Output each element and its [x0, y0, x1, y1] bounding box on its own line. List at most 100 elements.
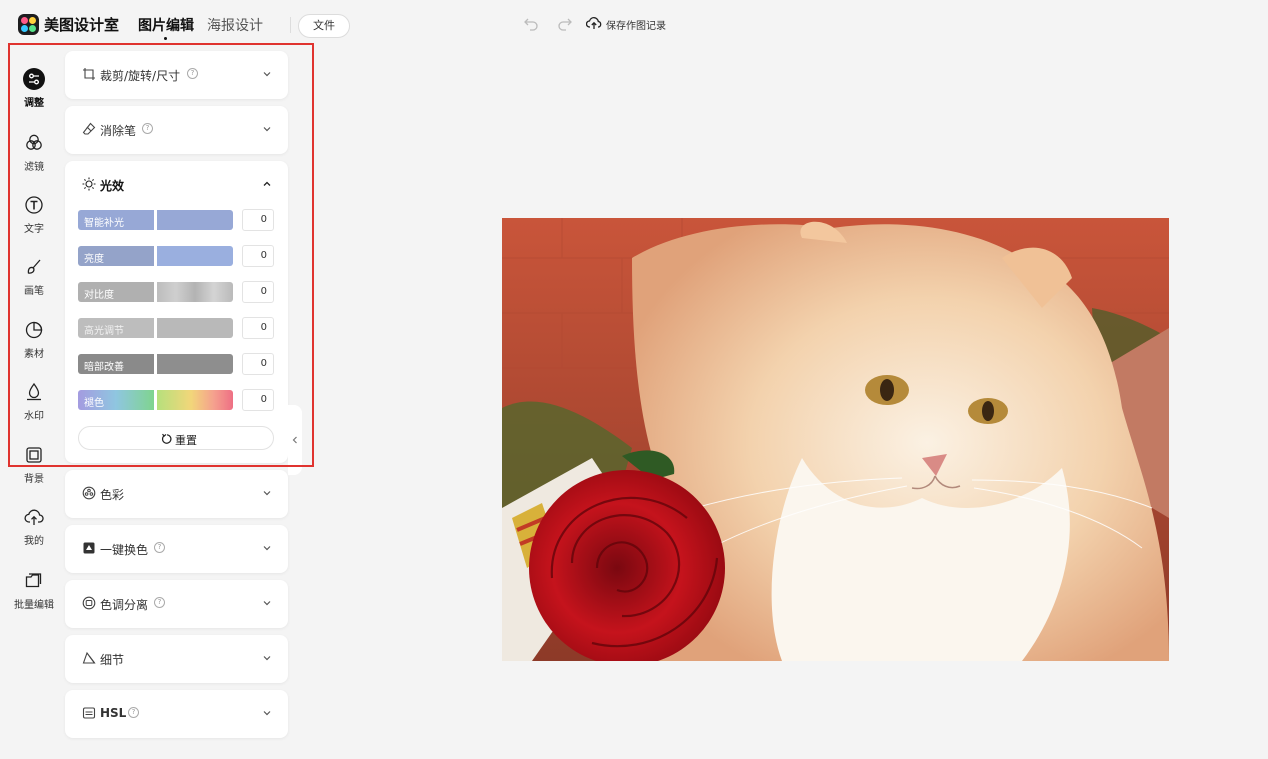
sun-icon	[82, 177, 96, 191]
rail-item-text[interactable]: 文字	[4, 194, 64, 244]
brightness-value-input[interactable]: 0	[242, 245, 274, 267]
rail-label: 调整	[24, 98, 44, 109]
chevron-down-icon	[263, 546, 271, 551]
panel-crop-header[interactable]: 裁剪/旋转/尺寸 ?	[65, 51, 288, 99]
tab-label: 图片编辑	[138, 18, 194, 34]
tab-poster-design[interactable]: 海报设计	[207, 15, 263, 35]
slider-row-smart-fill: 智能补光 0	[78, 209, 274, 231]
fade-slider[interactable]: 褪色	[78, 390, 233, 410]
panel-crop: 裁剪/旋转/尺寸 ?	[65, 51, 288, 99]
rail-item-brush[interactable]: 画笔	[4, 256, 64, 306]
slider-row-brightness: 亮度 0	[78, 245, 274, 267]
rail-label: 滤镜	[24, 162, 44, 173]
rail-label: 水印	[24, 411, 44, 422]
save-history-label: 保存作图记录	[606, 21, 666, 32]
slider-row-shadows: 暗部改善 0	[78, 353, 274, 375]
recolor-icon	[83, 542, 95, 554]
batch-edit-icon	[25, 573, 42, 588]
panel-detail-header[interactable]: 细节	[65, 635, 288, 683]
rail-item-watermark[interactable]: 水印	[4, 381, 64, 431]
fade-value-input[interactable]: 0	[242, 389, 274, 411]
brightness-slider[interactable]: 亮度	[78, 246, 233, 266]
app-name[interactable]: 美图设计室	[44, 14, 119, 35]
panel-tone-split: 色调分离 ?	[65, 580, 288, 628]
contrast-value-input[interactable]: 0	[242, 281, 274, 303]
shadows-slider[interactable]: 暗部改善	[78, 354, 233, 374]
slider-label: 亮度	[84, 254, 104, 265]
panel-title: 色调分离	[100, 598, 149, 612]
eraser-icon	[82, 122, 96, 135]
panel-collapse-handle[interactable]	[288, 405, 302, 475]
contrast-slider[interactable]: 对比度	[78, 282, 233, 302]
rail-label: 我的	[24, 536, 44, 547]
chevron-down-icon	[263, 711, 271, 716]
triangle-detail-icon	[82, 651, 96, 664]
panel-light-header[interactable]: 光效	[65, 161, 288, 209]
text-icon	[25, 196, 43, 214]
panel-title: HSL	[100, 706, 127, 720]
slider-label: 智能补光	[84, 218, 124, 229]
slider-label: 褪色	[84, 398, 104, 409]
highlights-slider[interactable]: 高光调节	[78, 318, 233, 338]
reset-button[interactable]: 重置	[78, 426, 274, 450]
panel-hsl-header[interactable]: HSL ?	[65, 690, 288, 738]
panel-detail: 细节	[65, 635, 288, 683]
tool-rail: 调整 滤镜 文字 画笔 素材 水印 背景 我的 批量编辑	[0, 48, 64, 759]
help-icon[interactable]: ?	[142, 123, 153, 134]
rail-item-material[interactable]: 素材	[4, 319, 64, 369]
adjust-icon	[23, 68, 45, 90]
help-icon[interactable]: ?	[154, 597, 165, 608]
panel-hsl: HSL ?	[65, 690, 288, 738]
smart-fill-value-input[interactable]: 0	[242, 209, 274, 231]
tone-split-icon	[82, 596, 96, 610]
rail-item-filter[interactable]: 滤镜	[4, 132, 64, 182]
shadows-value-input[interactable]: 0	[242, 353, 274, 375]
top-bar: 美图设计室 图片编辑 海报设计 文件 保存作图记录	[0, 0, 1268, 48]
rail-item-adjust[interactable]: 调整	[4, 68, 64, 118]
smart-fill-slider[interactable]: 智能补光	[78, 210, 233, 230]
panel-title: 裁剪/旋转/尺寸	[100, 69, 181, 83]
panel-title: 色彩	[100, 488, 125, 502]
help-icon[interactable]: ?	[128, 707, 139, 718]
canvas-photo[interactable]	[502, 218, 1169, 661]
rail-item-batch-edit[interactable]: 批量编辑	[4, 570, 64, 620]
tab-image-edit[interactable]: 图片编辑	[138, 15, 194, 40]
highlights-value-input[interactable]: 0	[242, 317, 274, 339]
cloud-upload-icon	[24, 509, 44, 525]
chevron-down-icon	[263, 601, 271, 606]
chevron-up-icon	[263, 181, 271, 186]
slider-label: 对比度	[84, 290, 114, 301]
rail-label: 文字	[24, 224, 44, 235]
rail-item-background[interactable]: 背景	[4, 444, 64, 494]
hsl-icon	[82, 707, 96, 719]
panel-light-effect: 光效 智能补光 0 亮度 0 对比度 0 高光调节 0 暗部改善 0 褪色 0 …	[65, 161, 288, 463]
panel-title: 消除笔	[100, 124, 137, 138]
help-icon[interactable]: ?	[154, 542, 165, 553]
panel-color-header[interactable]: 色彩	[65, 470, 288, 518]
tab-label: 海报设计	[207, 18, 263, 34]
help-icon[interactable]: ?	[187, 68, 198, 79]
panel-one-click-recolor: 一键换色 ?	[65, 525, 288, 573]
panel-color: 色彩	[65, 470, 288, 518]
slider-row-fade: 褪色 0	[78, 389, 274, 411]
rail-item-mine[interactable]: 我的	[4, 506, 64, 556]
rail-label: 背景	[24, 474, 44, 485]
reset-label: 重置	[175, 434, 197, 447]
watermark-icon	[27, 382, 41, 401]
chevron-down-icon	[263, 127, 271, 132]
file-menu-button[interactable]: 文件	[298, 14, 350, 38]
panel-title: 细节	[100, 653, 125, 667]
color-palette-icon	[82, 486, 96, 500]
chevron-left-icon	[292, 436, 297, 444]
redo-icon[interactable]	[557, 16, 573, 32]
rail-label: 素材	[24, 349, 44, 360]
panel-eraser-header[interactable]: 消除笔 ?	[65, 106, 288, 154]
background-icon	[26, 447, 42, 463]
crop-icon	[83, 68, 95, 80]
chevron-down-icon	[263, 72, 271, 77]
undo-icon[interactable]	[523, 16, 539, 32]
panel-title: 光效	[100, 179, 125, 193]
app-logo-icon[interactable]	[18, 14, 39, 35]
panel-tone-split-header[interactable]: 色调分离 ?	[65, 580, 288, 628]
panel-recolor-header[interactable]: 一键换色 ?	[65, 525, 288, 573]
